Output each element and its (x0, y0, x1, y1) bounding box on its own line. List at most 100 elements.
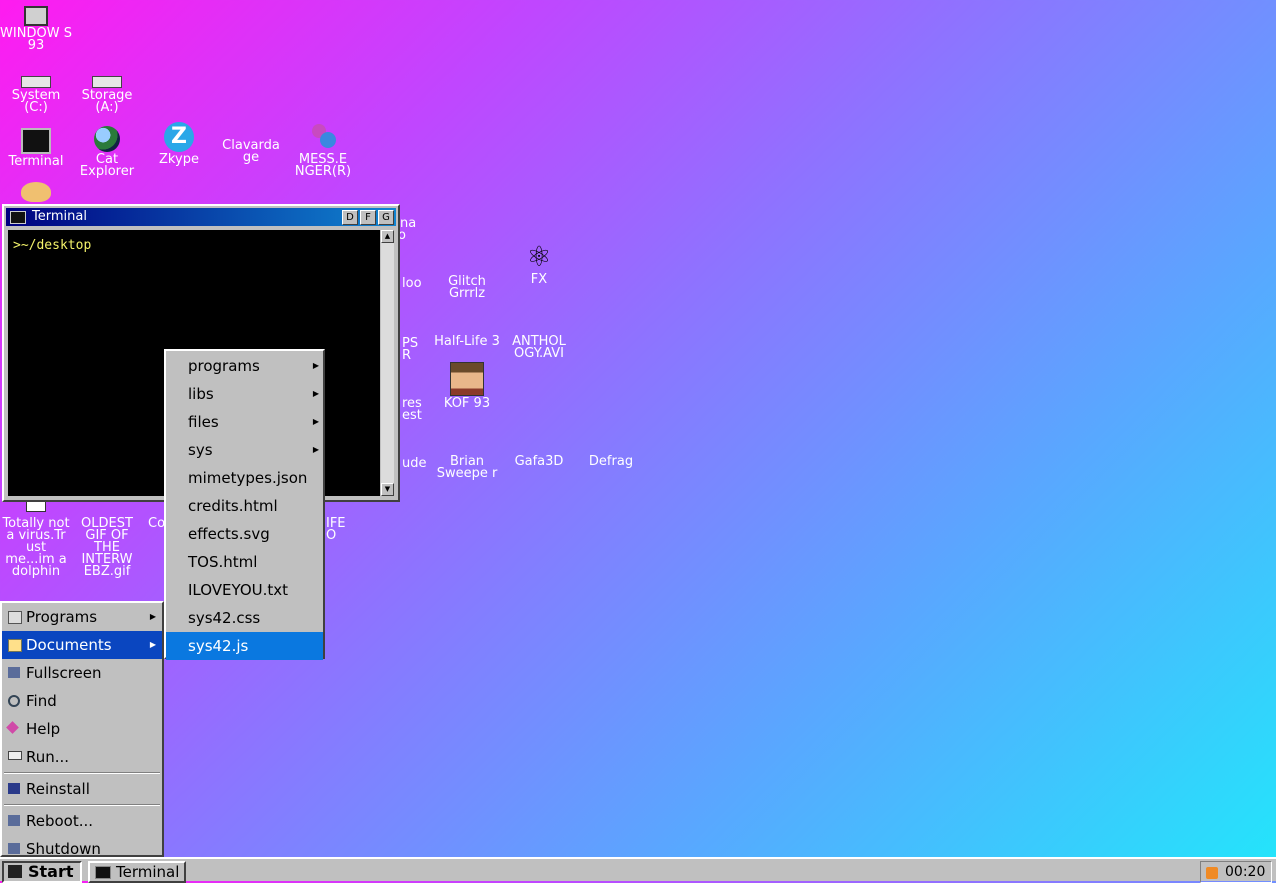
fullscreen-icon (8, 667, 20, 678)
terminal-prompt: >~/desktop (13, 238, 92, 253)
submenu-item-label: libs (188, 385, 214, 403)
desktop-icon-storage-a[interactable]: Storage (A:) (71, 62, 143, 114)
submenu-item-tos[interactable]: TOS.html (166, 548, 323, 576)
desktop-icon-terminal[interactable]: Terminal (0, 122, 72, 168)
system-tray: 00:20 (1200, 861, 1272, 883)
desktop-icon-half-life-3[interactable]: Half-Life 3 (431, 320, 503, 348)
start-menu-item-reboot[interactable]: Reboot... (2, 807, 162, 835)
submenu-arrow-icon: ▶ (312, 389, 319, 398)
documents-icon (8, 639, 22, 652)
submenu-item-sys[interactable]: sys ▶ (166, 436, 323, 464)
submenu-item-sys42-js[interactable]: sys42.js (166, 632, 323, 660)
icon-label: Zkype (159, 152, 199, 167)
submenu-arrow-icon: ▶ (149, 612, 156, 621)
start-menu-item-programs[interactable]: Programs ▶ (2, 603, 162, 631)
menu-item-label: Fullscreen (26, 664, 102, 682)
icon-label: Defrag (588, 454, 634, 469)
submenu-item-programs[interactable]: programs ▶ (166, 352, 323, 380)
submenu-item-mimetypes[interactable]: mimetypes.json (166, 464, 323, 492)
reboot-icon (8, 815, 20, 826)
icon-label: Clavarda ge (222, 138, 280, 165)
window-titlebar[interactable]: Terminal D F G (6, 208, 396, 226)
desktop-icon-messenger[interactable]: MESS.E NGER(R) (287, 122, 359, 178)
submenu-arrow-icon: ▶ (149, 640, 156, 649)
computer-icon (24, 6, 48, 26)
partial-label[interactable]: R (402, 349, 422, 362)
maximize-button[interactable]: F (360, 210, 376, 225)
menu-separator (4, 804, 160, 806)
desktop-icon-paint[interactable] (0, 182, 72, 204)
terminal-icon (21, 128, 51, 154)
desktop-icon-glitch-grrrlz[interactable]: Glitch Grrrlz (431, 260, 503, 300)
submenu-item-credits[interactable]: credits.html (166, 492, 323, 520)
desktop-icon-oldest-gif[interactable]: OLDEST GIF OF THE INTERW EBZ.gif (71, 500, 143, 578)
start-menu: Programs ▶ Documents ▶ Fullscreen Find H… (0, 601, 164, 858)
taskbar: Start Terminal 00:20 (0, 857, 1276, 883)
submenu-arrow-icon: ▶ (312, 445, 319, 454)
desktop-icon-brian-sweeper[interactable]: Brian Sweepe r (431, 440, 503, 480)
submenu-item-iloveyou[interactable]: ILOVEYOU.txt (166, 576, 323, 604)
submenu-item-label: files (188, 413, 219, 431)
taskbar-button-terminal[interactable]: Terminal (88, 861, 186, 883)
desktop-icon-totally-not-a-virus[interactable]: Totally not a virus.Tr ust me...im a dol… (0, 500, 72, 578)
floppy-drive-icon (92, 76, 122, 88)
icon-label: FX (530, 272, 548, 287)
partial-label[interactable]: O (326, 529, 346, 542)
start-menu-item-reinstall[interactable]: Reinstall (2, 775, 162, 803)
programs-icon (8, 611, 22, 624)
desktop-icon-defrag[interactable]: Defrag (575, 440, 647, 468)
icon-label: Terminal (8, 154, 64, 169)
start-menu-item-find[interactable]: Find (2, 687, 162, 715)
start-menu-item-fullscreen[interactable]: Fullscreen (2, 659, 162, 687)
reinstall-icon (8, 783, 20, 794)
submenu-item-libs[interactable]: libs ▶ (166, 380, 323, 408)
menu-item-label: Help (26, 720, 61, 738)
find-icon (8, 695, 20, 707)
fighter-face-icon (450, 362, 484, 396)
desktop-icon-system-c[interactable]: System (C:) (0, 62, 72, 114)
run-icon (8, 751, 22, 760)
desktop-icon-anthology[interactable]: ANTHOL OGY.AVI (503, 320, 575, 360)
start-menu-item-run[interactable]: Run... (2, 743, 162, 771)
messenger-icon (308, 122, 338, 152)
start-menu-item-help[interactable]: Help (2, 715, 162, 743)
icon-label: MESS.E NGER(R) (294, 152, 352, 179)
rss-icon[interactable] (1206, 867, 1218, 879)
vertical-scrollbar[interactable]: ▲ ▼ (381, 230, 394, 496)
zkype-icon: Z (164, 122, 194, 152)
submenu-item-label: TOS.html (188, 553, 258, 571)
icon-label: Cat Explorer (79, 152, 135, 179)
icon-label: WINDOW S 93 (0, 26, 72, 53)
icon-label: ANTHOL OGY.AVI (512, 334, 566, 361)
desktop-icon-gafa3d[interactable]: Gafa3D (503, 440, 575, 468)
minimize-button[interactable]: D (342, 210, 358, 225)
submenu-item-files[interactable]: files ▶ (166, 408, 323, 436)
desktop-icon-windows93[interactable]: WINDOW S 93 (0, 2, 72, 52)
partial-label[interactable]: o (398, 229, 418, 242)
partial-label[interactable]: ude (402, 457, 432, 470)
clock[interactable]: 00:20 (1225, 864, 1265, 880)
scroll-down-icon[interactable]: ▼ (381, 483, 394, 496)
scroll-up-icon[interactable]: ▲ (381, 230, 394, 243)
desktop-icon-kof-93[interactable]: KOF 93 (431, 362, 503, 410)
start-button[interactable]: Start (2, 861, 82, 883)
submenu-item-effects[interactable]: effects.svg (166, 520, 323, 548)
desktop-icon-cat-explorer[interactable]: Cat Explorer (71, 122, 143, 178)
close-button[interactable]: G (378, 210, 394, 225)
partial-label[interactable]: est (402, 409, 432, 422)
menu-item-label: Documents (26, 636, 112, 654)
icon-label: OLDEST GIF OF THE INTERW EBZ.gif (81, 516, 133, 579)
desktop-icon-fx[interactable]: ⚛ FX (503, 240, 575, 287)
icon-label: System (C:) (11, 88, 61, 115)
start-menu-item-documents[interactable]: Documents ▶ (2, 631, 162, 659)
globe-icon (94, 126, 120, 152)
atom-icon: ⚛ (526, 240, 552, 273)
desktop-icon-zkype[interactable]: Z Zkype (143, 122, 215, 166)
start-label: Start (28, 862, 74, 881)
partial-label[interactable]: loo (402, 277, 432, 290)
terminal-icon (95, 866, 111, 879)
submenu-item-sys42-css[interactable]: sys42.css (166, 604, 323, 632)
desktop-icon-clavardage[interactable]: Clavarda ge (215, 138, 287, 165)
icon-label: Gafa3D (514, 454, 564, 469)
menu-item-label: Reboot... (26, 812, 94, 830)
